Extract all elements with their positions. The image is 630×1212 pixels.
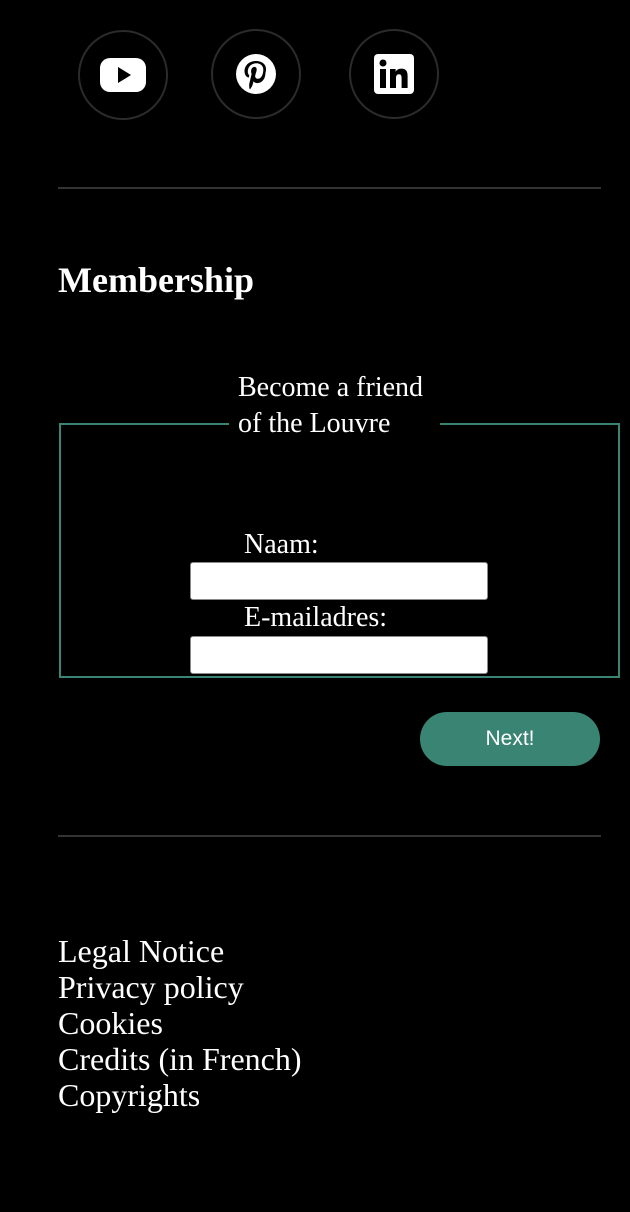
next-button[interactable]: Next! xyxy=(420,712,600,766)
email-field[interactable] xyxy=(190,636,488,674)
copyrights-link[interactable]: Copyrights xyxy=(58,1077,302,1113)
pinterest-icon xyxy=(235,53,277,95)
name-field[interactable] xyxy=(190,562,488,600)
linkedin-icon xyxy=(374,54,414,94)
divider-bottom xyxy=(58,835,601,837)
youtube-button[interactable] xyxy=(78,30,168,120)
membership-title: Membership xyxy=(58,260,254,300)
legal-notice-link[interactable]: Legal Notice xyxy=(58,933,302,969)
youtube-icon xyxy=(100,58,146,92)
name-label: Naam: xyxy=(244,529,319,560)
cookies-link[interactable]: Cookies xyxy=(58,1005,302,1041)
email-label: E-mailadres: xyxy=(244,602,388,633)
credits-link[interactable]: Credits (in French) xyxy=(58,1041,302,1077)
privacy-policy-link[interactable]: Privacy policy xyxy=(58,969,302,1005)
linkedin-button[interactable] xyxy=(349,29,439,119)
pinterest-button[interactable] xyxy=(211,29,301,119)
membership-legend: Become a friend of the Louvre xyxy=(238,372,424,439)
footer-links: Legal Notice Privacy policy Cookies Cred… xyxy=(58,933,302,1113)
divider-top xyxy=(58,187,601,189)
